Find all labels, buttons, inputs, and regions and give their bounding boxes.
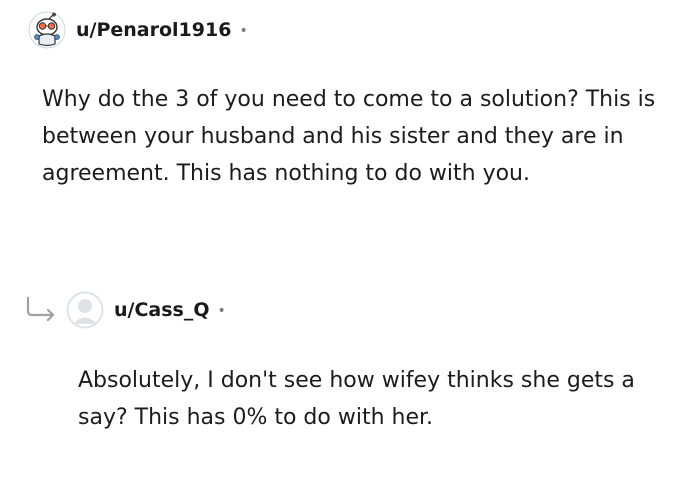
comment-header: u/Penarol1916 • <box>28 11 248 49</box>
comment-body: Why do the 3 of you need to come to a so… <box>42 87 656 186</box>
separator-dot: • <box>239 23 248 39</box>
reply-arrow-icon <box>26 296 55 322</box>
comment-body: Absolutely, I don't see how wifey thinks… <box>78 368 635 430</box>
username[interactable]: u/Penarol1916 <box>76 19 231 41</box>
snoo-avatar-icon[interactable] <box>28 11 66 49</box>
username[interactable]: u/Cass_Q <box>114 299 210 321</box>
separator-dot: • <box>217 303 226 319</box>
comment-header: u/Cass_Q • <box>66 291 226 329</box>
default-avatar-icon[interactable] <box>66 291 104 329</box>
